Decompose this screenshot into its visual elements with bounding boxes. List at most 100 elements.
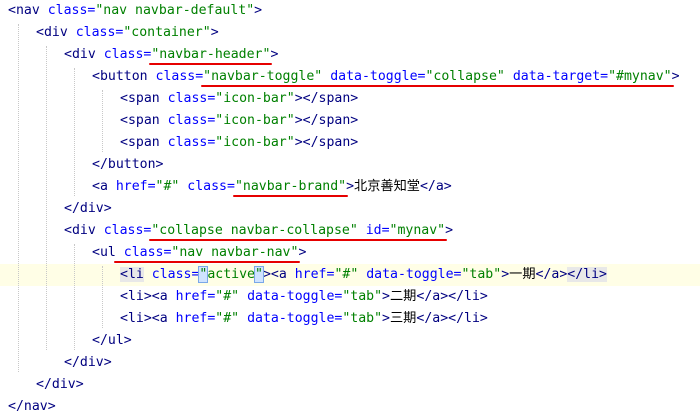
code-token: href= [167,311,216,326]
code-token: </a> [535,267,568,282]
code-token: > [210,25,219,40]
code-token: class= [159,135,216,150]
indent-guide [74,68,75,196]
indent-guide [102,266,103,328]
annotation-underline [113,261,301,263]
code-token: "navbar-toggle" [203,69,323,84]
code-line[interactable]: <span class="icon-bar"></span> [0,132,700,154]
code-line[interactable]: <span class="icon-bar"></span> [0,88,700,110]
code-token: data-toggle= [239,289,343,304]
code-line[interactable]: <span class="icon-bar"></span> [0,110,700,132]
indent-guide [46,46,47,350]
code-line[interactable]: <li><a href="#" data-toggle="tab">三期</a>… [0,308,700,330]
code-token: "tab" [342,289,383,304]
code-token: "icon-bar" [215,113,295,128]
code-token: class= [159,113,216,128]
code-token: > [254,3,263,18]
code-token: "tab" [461,267,502,282]
code-token: </a> [419,179,452,194]
code-token: "#" [155,179,180,194]
code-token: <li> [120,289,152,304]
code-token: class= [147,69,204,84]
code-token: "nav navbar-nav" [171,245,299,260]
code-token: "#mynav" [608,69,672,84]
code-token: <li> [120,311,152,326]
code-token: > [382,289,390,304]
code-token: 一期 [509,267,536,282]
code-line-current[interactable]: <li class="active"><a href="#" data-togg… [0,264,700,286]
code-token: class= [95,47,152,62]
code-token: > [501,267,510,282]
code-token: data-target= [504,69,609,84]
code-token: ></span> [294,91,359,106]
code-token: class= [159,91,216,106]
code-token: > [382,311,390,326]
code-token: <span [120,135,160,150]
code-token: "icon-bar" [215,91,295,106]
code-token: id= [357,223,390,238]
code-token: "#" [215,311,240,326]
code-token: <a [151,311,168,326]
code-token: <div [64,47,96,62]
code-token: <a [270,267,287,282]
annotation-underline [149,239,448,241]
code-token: "collapse navbar-collapse" [151,223,358,238]
code-token: <li [120,267,144,282]
code-token: "navbar-brand" [234,179,347,194]
code-token: <div [36,25,68,40]
indent-guide [74,244,75,350]
code-token: ></span> [294,135,359,150]
code-token: class= [39,3,96,18]
code-token: > [346,179,355,194]
code-line[interactable]: <div class="navbar-header"> [0,44,700,66]
code-token: </nav> [8,399,56,414]
code-token: > [270,47,279,62]
indent-guide [102,90,103,152]
code-line[interactable]: <a href="#" class="navbar-brand">北京善知堂</… [0,176,700,198]
annotation-underline [149,63,273,65]
code-line[interactable]: </button> [0,154,700,176]
indent-guide [18,24,19,372]
code-token: > [671,69,680,84]
code-token: active [207,267,255,282]
code-token: <span [120,91,160,106]
code-token: </div> [64,355,112,370]
code-token: data-toggle= [358,267,462,282]
code-token: 二期 [390,289,417,304]
code-line[interactable]: <div class="container"> [0,22,700,44]
code-token: "collapse" [425,69,505,84]
code-token: <a [151,289,168,304]
code-token: <button [92,69,148,84]
annotation-underline [232,195,349,197]
code-token: "tab" [342,311,383,326]
code-token: nav [15,3,40,18]
code-token: class= [143,267,200,282]
code-token: "#" [215,289,240,304]
code-token: <a [92,179,108,194]
code-token: 三期 [390,311,417,326]
code-token: class= [95,223,152,238]
code-token: ></span> [294,113,359,128]
code-line[interactable]: <li><a href="#" data-toggle="tab">二期</a>… [0,286,700,308]
code-token: "#" [334,267,359,282]
code-line[interactable]: </ul> [0,330,700,352]
code-token: href= [107,179,156,194]
code-token: "navbar-header" [151,47,271,62]
code-token: data-toggle= [239,311,343,326]
code-token: data-toggle= [322,69,426,84]
code-token: href= [286,267,335,282]
code-line[interactable]: </div> [0,374,700,396]
code-token: </button> [92,157,164,172]
code-line[interactable]: <ul class="nav navbar-nav"> [0,242,700,264]
code-token: 北京善知堂 [354,179,420,194]
code-token: "mynav" [389,223,446,238]
code-line[interactable]: </div> [0,352,700,374]
code-line[interactable]: </nav> [0,396,700,418]
code-line[interactable]: <nav class="nav navbar-default"> [0,0,700,22]
code-token: </li> [567,267,607,282]
code-token: " [254,266,264,283]
code-token: < [8,3,16,18]
code-token: "icon-bar" [215,135,295,150]
code-line[interactable]: </div> [0,198,700,220]
code-editor[interactable]: <nav class="nav navbar-default"> <div cla… [0,0,700,414]
